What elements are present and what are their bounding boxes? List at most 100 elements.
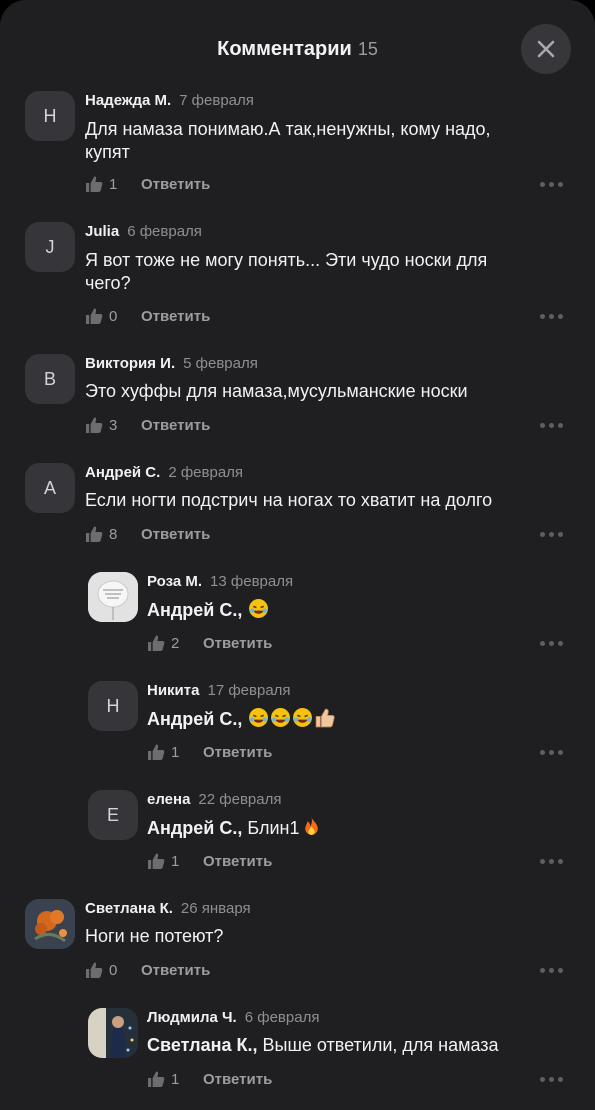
comment-date: 2 февраля (168, 464, 244, 481)
comment-author[interactable]: Светлана К. (85, 900, 173, 917)
reply-button[interactable]: Ответить (203, 853, 272, 870)
comment-date: 6 февраля (127, 223, 202, 240)
like-button[interactable]: 1 (85, 175, 131, 193)
thumbs-up-emoji-icon (316, 708, 336, 728)
like-button[interactable]: 0 (85, 307, 131, 325)
more-options-icon[interactable] (540, 314, 563, 319)
sheet-title: Комментарии (217, 38, 352, 60)
like-button[interactable]: 3 (85, 416, 131, 434)
fire-emoji-icon (304, 817, 318, 835)
thumbs-up-icon (86, 417, 103, 433)
mention-link[interactable]: Андрей С., (147, 709, 242, 729)
reply-button[interactable]: Ответить (203, 1071, 272, 1088)
comment-author[interactable]: Андрей С. (85, 464, 160, 481)
avatar[interactable] (88, 572, 138, 622)
comments-header: Комментарии 15 (0, 24, 595, 76)
comment-author[interactable]: Виктория И. (85, 355, 175, 372)
comment-date: 6 февраля (244, 1009, 320, 1026)
avatar[interactable]: В (25, 354, 75, 404)
like-button[interactable]: 0 (85, 961, 131, 979)
comment-date: 7 февраля (179, 92, 254, 109)
like-button[interactable]: 1 (147, 1070, 193, 1088)
avatar-photo-icon (88, 1008, 138, 1058)
mention-link[interactable]: Андрей С., (147, 600, 242, 620)
comment-author[interactable]: елена (147, 791, 190, 808)
rofl-emoji-icon (271, 708, 291, 727)
comment-text: Для намаза понимаю.А так,ненужны, кому н… (85, 119, 491, 162)
thumbs-up-icon (86, 176, 103, 192)
rofl-emoji-icon (249, 708, 269, 727)
comment-text: Это хуффы для намаза,мусульманские носки (85, 381, 468, 401)
mention-link[interactable]: Андрей С., (147, 818, 242, 838)
thumbs-up-icon (148, 744, 165, 760)
more-options-icon[interactable] (540, 750, 563, 755)
comment-date: 26 января (180, 900, 251, 917)
thumbs-up-icon (86, 308, 103, 324)
avatar[interactable]: J (25, 222, 75, 272)
rofl-emoji-icon (293, 708, 313, 727)
comment-author[interactable]: Никита (147, 682, 199, 699)
avatar[interactable] (25, 899, 75, 949)
comments-count: 15 (357, 39, 378, 59)
like-count: 1 (109, 175, 118, 193)
comment-text: Я вот тоже не могу понять... Эти чудо но… (85, 250, 488, 293)
comment-date: 17 февраля (207, 682, 291, 699)
comment-date: 5 февраля (183, 355, 258, 372)
avatar[interactable]: А (25, 463, 75, 513)
comment-text: Если ногти подстрич на ногах то хватит н… (85, 490, 493, 510)
comment-text: Андрей С., Блин1 (147, 816, 595, 840)
more-options-icon[interactable] (540, 1077, 563, 1082)
like-count: 1 (171, 852, 180, 870)
thumbs-up-icon (86, 526, 103, 542)
like-count: 1 (171, 743, 180, 761)
more-options-icon[interactable] (540, 968, 563, 973)
more-options-icon[interactable] (540, 641, 563, 646)
reply-button[interactable]: Ответить (141, 176, 210, 193)
avatar-photo-icon (25, 899, 75, 949)
close-button[interactable] (521, 24, 571, 74)
reply-button[interactable]: Ответить (141, 417, 210, 434)
like-count: 1 (171, 1070, 180, 1088)
avatar[interactable] (88, 1008, 138, 1058)
rofl-emoji-icon (249, 599, 269, 618)
reply-button[interactable]: Ответить (203, 635, 272, 652)
reply-button[interactable]: Ответить (141, 526, 210, 543)
avatar[interactable]: Н (88, 681, 138, 731)
thumbs-up-icon (86, 962, 103, 978)
like-button[interactable]: 2 (147, 634, 193, 652)
reply-button[interactable]: Ответить (141, 308, 210, 325)
thumbs-up-icon (148, 635, 165, 651)
thumbs-up-icon (148, 1071, 165, 1087)
comment-author[interactable]: Роза М. (147, 573, 202, 590)
more-options-icon[interactable] (540, 859, 563, 864)
comment-text: Андрей С., (147, 598, 595, 622)
comment-text: Андрей С., (147, 707, 595, 731)
comment-author[interactable]: Julia (85, 223, 119, 240)
reply-button[interactable]: Ответить (203, 744, 272, 761)
comment-date: 22 февраля (198, 791, 282, 808)
like-count: 8 (109, 525, 118, 543)
like-button[interactable]: 8 (85, 525, 131, 543)
like-button[interactable]: 1 (147, 852, 193, 870)
mention-link[interactable]: Светлана К., (147, 1035, 258, 1055)
like-count: 3 (109, 416, 118, 434)
more-options-icon[interactable] (540, 532, 563, 537)
avatar[interactable]: Е (88, 790, 138, 840)
comment-author[interactable]: Надежда М. (85, 92, 171, 109)
avatar[interactable]: Н (25, 91, 75, 141)
close-icon (537, 40, 555, 58)
comment-author[interactable]: Людмила Ч. (147, 1009, 237, 1026)
avatar-photo-icon (88, 572, 138, 622)
like-count: 0 (109, 307, 118, 325)
thumbs-up-icon (148, 853, 165, 869)
comment-date: 13 февраля (210, 573, 294, 590)
like-count: 2 (171, 634, 180, 652)
reply-button[interactable]: Ответить (141, 962, 210, 979)
comment-text: Ноги не потеют? (85, 926, 224, 946)
more-options-icon[interactable] (540, 182, 563, 187)
more-options-icon[interactable] (540, 423, 563, 428)
like-button[interactable]: 1 (147, 743, 193, 761)
comment-text: Светлана К., Выше ответили, для намаза (147, 1035, 499, 1055)
like-count: 0 (109, 961, 118, 979)
comments-sheet: Комментарии 15 Н Надежда М. 7 февраля Для … (0, 0, 595, 1110)
